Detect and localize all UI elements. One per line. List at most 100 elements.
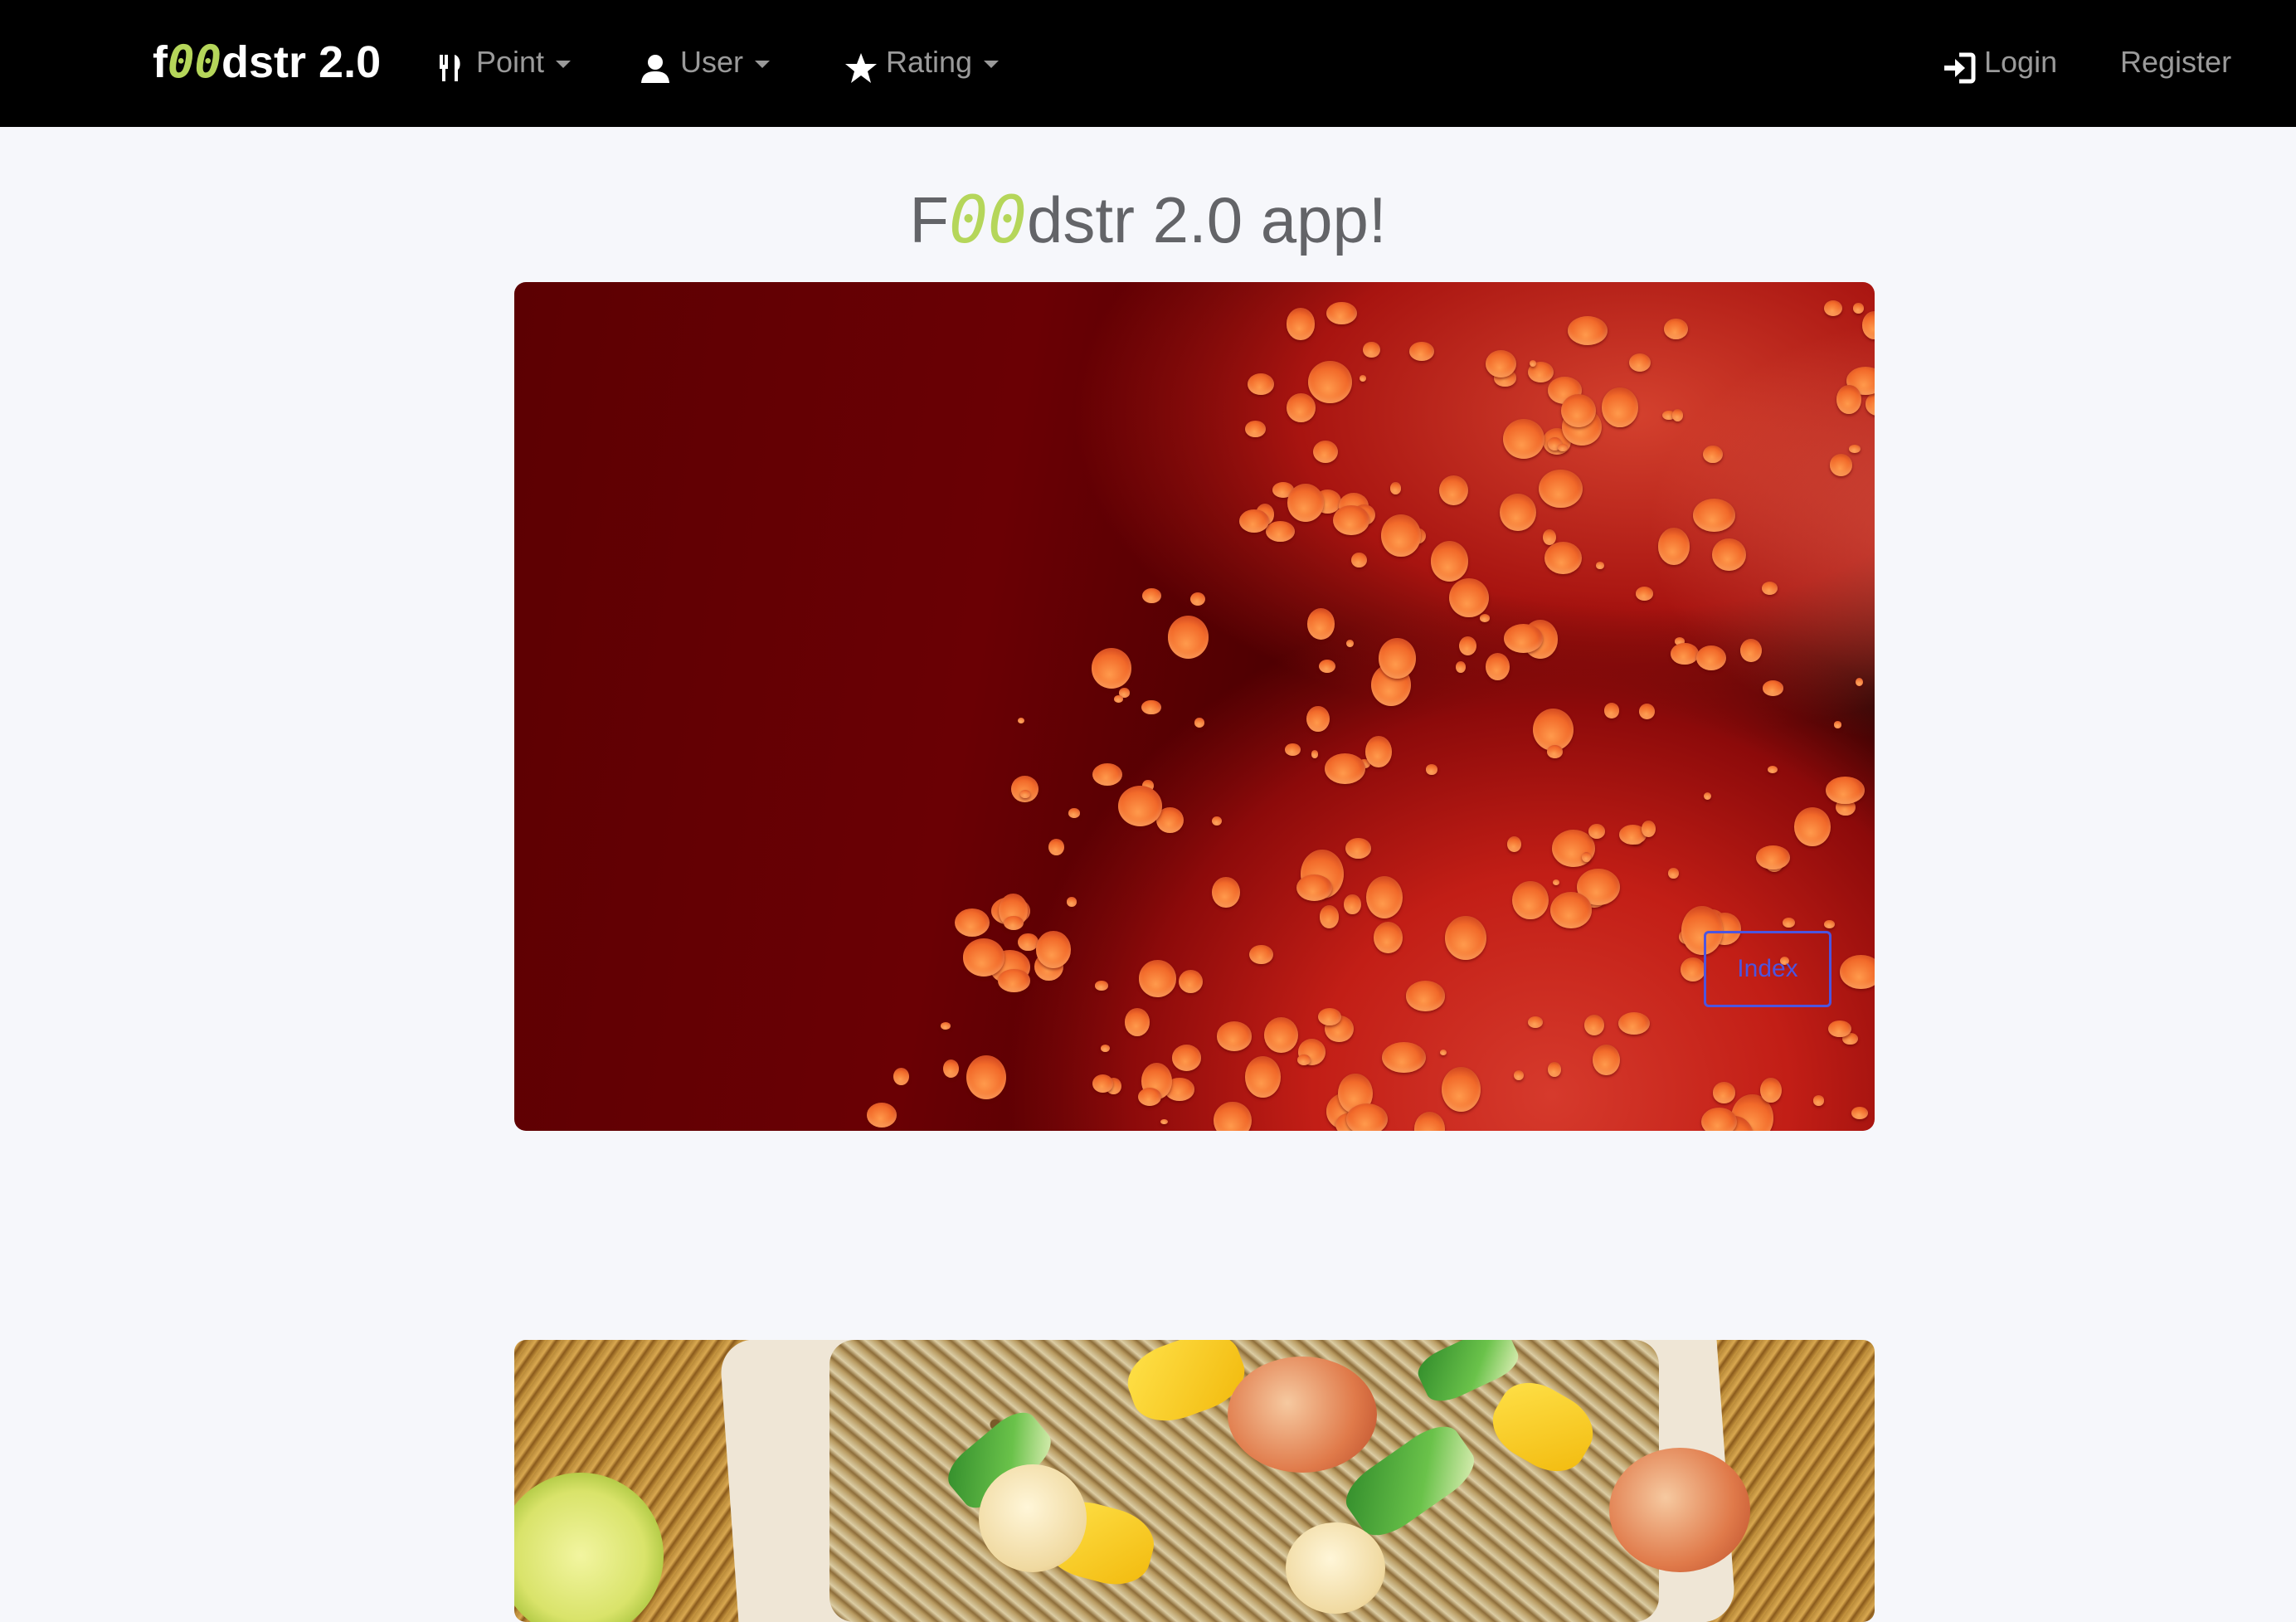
water-droplet [1635, 587, 1654, 601]
water-droplet [1018, 933, 1039, 952]
water-droplet [1017, 717, 1025, 724]
water-droplet [943, 1059, 960, 1078]
water-droplet [1345, 837, 1372, 859]
water-droplet [1425, 764, 1437, 775]
water-droplet [1836, 384, 1862, 414]
water-droplet [1829, 454, 1853, 476]
water-droplet [1849, 444, 1861, 453]
water-droplet [1824, 919, 1835, 929]
water-droplet [1588, 823, 1605, 839]
nav-dropdown-point[interactable]: Point [435, 33, 572, 91]
nav-dropdown-user[interactable]: User [639, 33, 771, 91]
water-droplet [1179, 969, 1204, 993]
water-droplet [1141, 588, 1161, 603]
water-droplet [1702, 445, 1723, 464]
water-droplet [1558, 444, 1568, 451]
water-droplet [1137, 1087, 1162, 1107]
water-droplet [1035, 931, 1072, 969]
water-droplet [1374, 921, 1403, 953]
shrimp-image [1228, 1357, 1377, 1473]
water-droplet [1409, 342, 1434, 361]
water-droplet [955, 908, 990, 938]
nav-dropdown-rating[interactable]: Rating [844, 33, 1000, 91]
water-droplet [1449, 577, 1490, 617]
water-droplet [1413, 1112, 1446, 1131]
water-droplet [1767, 765, 1778, 774]
carousel-slide-tomato: Index [514, 282, 1875, 1131]
water-droplet [1091, 648, 1132, 689]
title-zeros: 00 [949, 183, 1027, 258]
scallop-image [979, 1464, 1087, 1572]
water-droplet [1308, 360, 1352, 404]
cutlery-icon [435, 46, 468, 81]
water-droplet [1561, 394, 1597, 427]
login-icon [1943, 46, 1976, 84]
water-droplet [1695, 645, 1727, 671]
water-droplet [1263, 1016, 1299, 1054]
water-droplet [1004, 916, 1024, 931]
user-icon [639, 46, 672, 83]
water-droplet [1459, 636, 1477, 655]
water-droplet [1840, 954, 1875, 990]
water-droplet [1390, 482, 1401, 494]
water-droplet [997, 969, 1030, 992]
water-droplet [1406, 981, 1446, 1011]
water-droplet [1244, 1056, 1281, 1098]
water-droplet [1584, 1015, 1605, 1036]
register-link[interactable]: Register [2120, 33, 2231, 91]
water-droplet [1351, 552, 1368, 568]
water-droplet [1507, 836, 1522, 852]
water-droplet [1701, 1107, 1737, 1131]
water-droplet [1095, 981, 1109, 991]
water-droplet [893, 1068, 910, 1086]
water-droplet [1761, 582, 1778, 595]
water-droplet [1441, 1066, 1481, 1112]
water-droplet [1362, 341, 1380, 358]
nav-rating-label: Rating [886, 45, 973, 79]
brand-logo[interactable]: f00dstr 2.0 [153, 33, 381, 91]
water-droplet [1296, 874, 1333, 901]
water-droplet [1366, 875, 1403, 918]
login-link[interactable]: Login [1943, 33, 2057, 91]
chevron-down-icon [984, 60, 1000, 68]
water-droplet [1713, 1082, 1735, 1103]
water-droplet [1671, 642, 1700, 665]
water-droplet [1480, 614, 1491, 622]
water-droplet [1360, 375, 1367, 382]
water-droplet [1547, 1062, 1562, 1077]
water-droplet [1333, 504, 1370, 536]
water-droplet [1324, 753, 1365, 784]
water-droplet [1596, 561, 1604, 569]
shrimp-image [1609, 1448, 1750, 1572]
water-droplet [1581, 852, 1591, 863]
water-droplet [1311, 749, 1319, 758]
water-droplet [1113, 695, 1123, 703]
carousel-slide-skewers [514, 1340, 1875, 1622]
water-droplet [1141, 699, 1161, 715]
water-droplet [1628, 353, 1651, 373]
water-droplet [1866, 392, 1875, 416]
water-droplet [1833, 721, 1842, 728]
water-droplet [1529, 359, 1536, 367]
water-droplet [1823, 300, 1843, 317]
water-droplet [1853, 303, 1864, 314]
water-droplet [1318, 659, 1336, 674]
water-droplet [1286, 308, 1316, 340]
title-prefix: F [909, 183, 950, 256]
water-droplet [1245, 421, 1266, 438]
water-droplet [1552, 879, 1560, 886]
water-droplet [1265, 521, 1295, 542]
navbar: f00dstr 2.0 Point User Rating Login Regi… [0, 0, 2296, 127]
water-droplet [1851, 1106, 1869, 1119]
water-droplet [1855, 678, 1863, 687]
water-droplet [1602, 387, 1638, 427]
index-button[interactable]: Index [1704, 931, 1831, 1007]
water-droplet [1445, 916, 1486, 960]
water-droplet [1380, 514, 1422, 558]
water-droplet [1312, 440, 1339, 464]
water-droplet [1763, 680, 1784, 696]
water-droplet [1862, 311, 1875, 340]
water-droplet [1668, 867, 1679, 879]
water-droplet [1068, 808, 1080, 818]
nav-point-label: Point [476, 45, 545, 79]
